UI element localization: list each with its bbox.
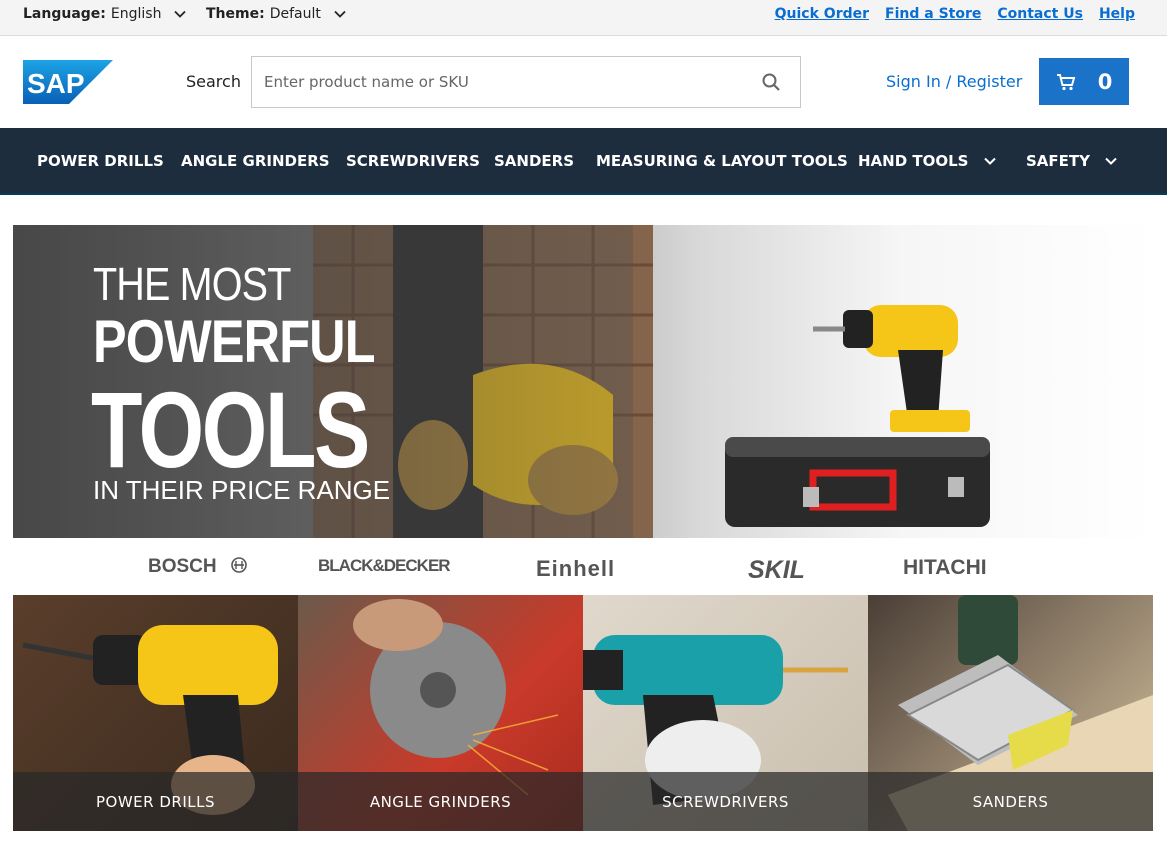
utility-bar: Language: English Theme: Default Quick O…: [0, 0, 1167, 36]
chevron-down-icon: [174, 10, 187, 18]
search-label: Search: [186, 72, 241, 91]
sap-logo[interactable]: SAP: [23, 60, 113, 104]
nav-item-measuring-layout-tools[interactable]: MEASURING & LAYOUT TOOLS: [596, 128, 848, 193]
site-header: SAP Search Sign In / Register 0: [0, 36, 1167, 128]
find-a-store-link[interactable]: Find a Store: [885, 6, 981, 22]
category-label: POWER DRILLS: [13, 772, 298, 831]
theme-label: Theme:: [206, 6, 265, 22]
nav-item-safety[interactable]: SAFETY: [1026, 128, 1118, 193]
help-link[interactable]: Help: [1099, 6, 1135, 22]
nav-item-hand-tools[interactable]: HAND TOOLS: [858, 128, 997, 193]
category-label: ANGLE GRINDERS: [298, 772, 583, 831]
sign-in-register-link[interactable]: Sign In / Register: [886, 72, 1022, 91]
hero-line-2: POWERFUL: [93, 308, 376, 375]
chevron-down-icon: [334, 10, 346, 18]
category-tiles: POWER DRILLS ANGLE GRINDERS SCREWDRIVERS: [13, 595, 1153, 831]
utility-links: Quick Order Find a Store Contact Us Help: [775, 0, 1135, 28]
nav-item-label: HAND TOOLS: [858, 151, 969, 170]
brand-black-decker[interactable]: BLACK&DECKER: [318, 556, 451, 576]
hero-line-1: THE MOST: [93, 258, 291, 310]
svg-text:SAP: SAP: [27, 68, 85, 99]
contact-us-link[interactable]: Contact Us: [997, 6, 1083, 22]
bosch-logo-icon: [231, 557, 247, 573]
category-label: SCREWDRIVERS: [583, 772, 868, 831]
search-icon[interactable]: [762, 73, 780, 91]
category-tile-power-drills[interactable]: POWER DRILLS: [13, 595, 298, 831]
category-tile-screwdrivers[interactable]: SCREWDRIVERS: [583, 595, 868, 831]
quick-order-link[interactable]: Quick Order: [775, 6, 869, 22]
chevron-down-icon: [983, 157, 996, 165]
category-tile-angle-grinders[interactable]: ANGLE GRINDERS: [298, 595, 583, 831]
cart-button[interactable]: 0: [1039, 58, 1129, 105]
cart-icon: [1056, 73, 1076, 90]
hero-line-4: IN THEIR PRICE RANGE: [93, 475, 391, 505]
brand-bosch[interactable]: BOSCH: [148, 556, 248, 578]
nav-item-sanders[interactable]: SANDERS: [494, 128, 574, 193]
chevron-down-icon: [1105, 157, 1117, 165]
search-input[interactable]: [252, 57, 732, 107]
cart-count: 0: [1097, 69, 1113, 94]
brand-skil[interactable]: SKIL: [748, 556, 805, 585]
category-tile-sanders[interactable]: SANDERS: [868, 595, 1153, 831]
brand-strip: BOSCH BLACK&DECKER Einhell SKIL HITACHI: [13, 540, 1153, 595]
hero-line-3: TOOLS: [91, 369, 370, 490]
brand-einhell[interactable]: Einhell: [536, 556, 615, 582]
language-selector[interactable]: Language: English: [23, 0, 187, 28]
nav-item-label: SAFETY: [1026, 151, 1090, 170]
theme-value: Default: [269, 6, 321, 22]
category-label: SANDERS: [868, 772, 1153, 831]
language-value: English: [110, 6, 162, 22]
hero-banner[interactable]: THE MOST POWERFUL TOOLS IN THEIR PRICE R…: [13, 225, 1153, 538]
nav-item-angle-grinders[interactable]: ANGLE GRINDERS: [181, 128, 330, 193]
nav-item-power-drills[interactable]: POWER DRILLS: [37, 128, 164, 193]
brand-hitachi[interactable]: HITACHI: [903, 556, 987, 580]
language-label: Language:: [23, 6, 106, 22]
search-box: [251, 56, 801, 108]
category-nav: POWER DRILLS ANGLE GRINDERS SCREWDRIVERS…: [0, 128, 1167, 195]
theme-selector[interactable]: Theme: Default: [206, 0, 347, 28]
nav-item-screwdrivers[interactable]: SCREWDRIVERS: [346, 128, 480, 193]
